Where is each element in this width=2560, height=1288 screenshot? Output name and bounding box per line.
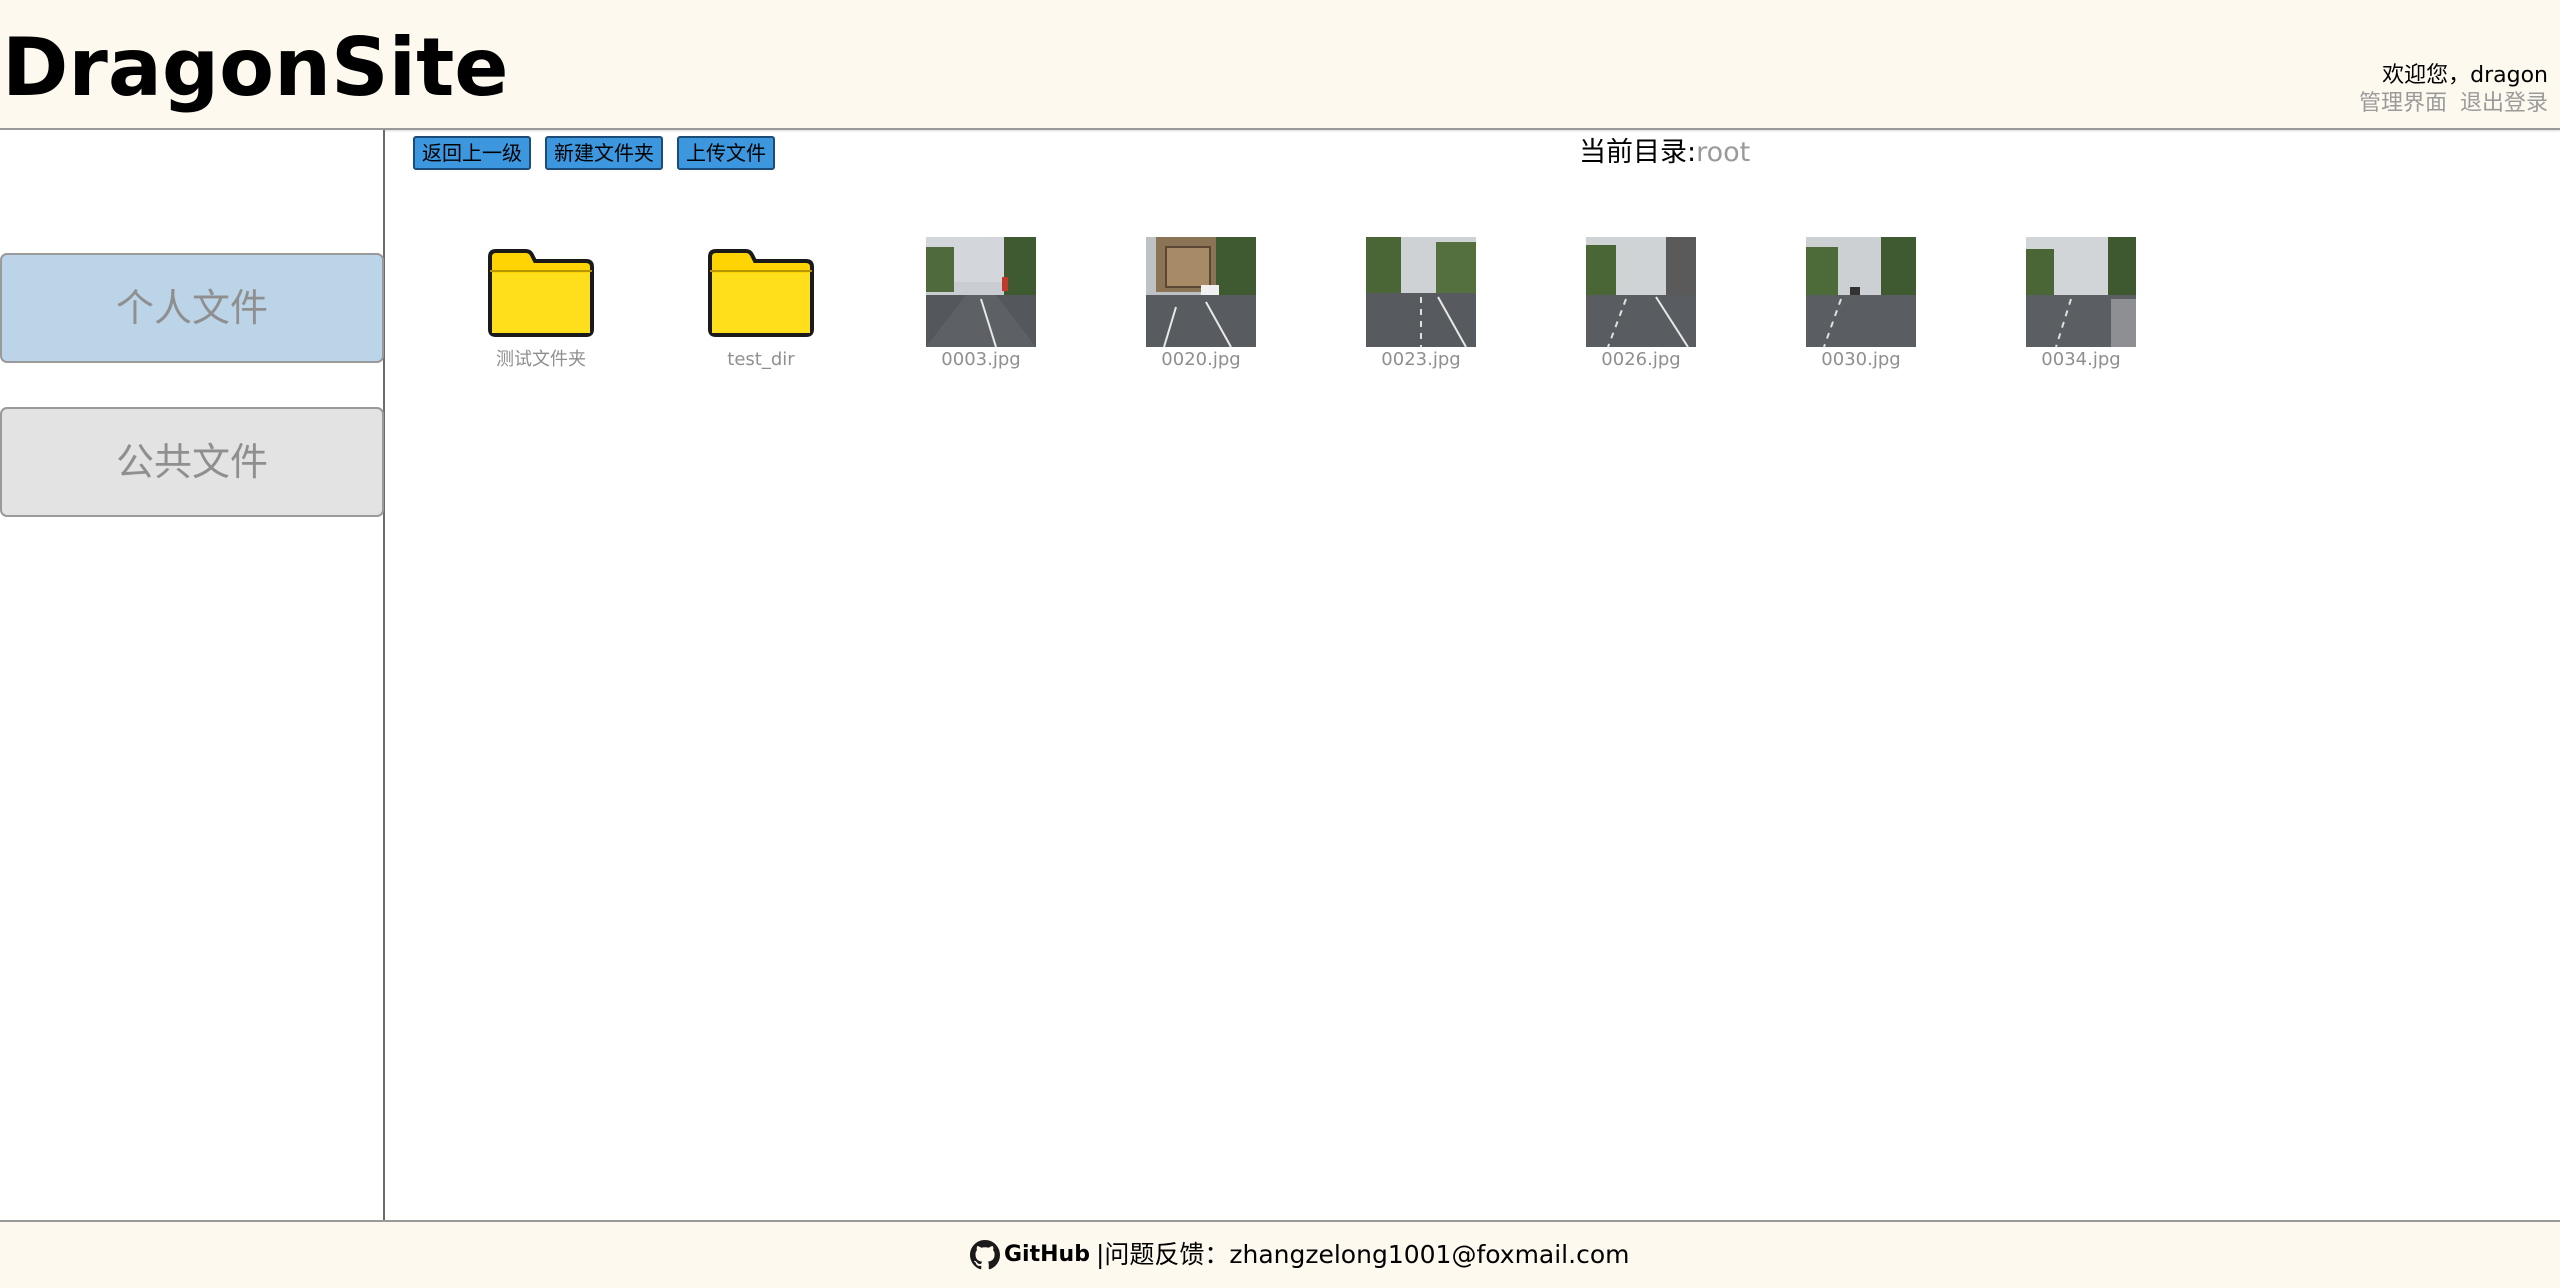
- file-name: test_dir: [727, 349, 795, 370]
- welcome-text: 欢迎您，dragon: [2382, 63, 2548, 88]
- logout-link[interactable]: 退出登录: [2460, 91, 2548, 116]
- file-item-image[interactable]: 0026.jpg: [1566, 237, 1716, 372]
- user-box: 欢迎您，dragon 管理界面 退出登录: [2353, 62, 2548, 118]
- main-content: 返回上一级 新建文件夹 上传文件 当前目录:root 测试文件夹 test_di…: [387, 130, 2560, 1220]
- file-item-image[interactable]: 0020.jpg: [1126, 237, 1276, 372]
- toolbar: 返回上一级 新建文件夹 上传文件: [413, 136, 775, 170]
- image-thumbnail: [1146, 237, 1256, 347]
- file-name: 0023.jpg: [1381, 349, 1461, 370]
- back-button[interactable]: 返回上一级: [413, 136, 531, 170]
- file-name: 0030.jpg: [1821, 349, 1901, 370]
- file-item-image[interactable]: 0030.jpg: [1786, 237, 1936, 372]
- image-thumbnail: [1366, 237, 1476, 347]
- file-item-image[interactable]: 0003.jpg: [906, 237, 1056, 372]
- footer-content: GitHub |问题反馈：zhangzelong1001@foxmail.com: [970, 1238, 1629, 1272]
- github-label[interactable]: GitHub: [1004, 1238, 1090, 1272]
- file-name: 0026.jpg: [1601, 349, 1681, 370]
- image-thumbnail: [2026, 237, 2136, 347]
- current-directory-label: 当前目录:: [1579, 137, 1697, 168]
- sidebar: 个人文件 公共文件: [0, 130, 385, 1220]
- upload-button[interactable]: 上传文件: [677, 136, 775, 170]
- file-name: 0034.jpg: [2041, 349, 2121, 370]
- admin-link[interactable]: 管理界面: [2359, 91, 2447, 116]
- github-icon[interactable]: [970, 1240, 1000, 1270]
- file-item-image[interactable]: 0034.jpg: [2006, 237, 2156, 372]
- footer: GitHub |问题反馈：zhangzelong1001@foxmail.com: [0, 1220, 2560, 1288]
- current-directory-value[interactable]: root: [1696, 137, 1750, 168]
- folder-icon: [488, 249, 594, 337]
- image-thumbnail: [1586, 237, 1696, 347]
- file-grid: 测试文件夹 test_dir 0003.jpg 0020.jpg 0023.jp…: [387, 237, 2560, 387]
- user-links: 管理界面 退出登录: [2353, 90, 2548, 118]
- feedback-text: |问题反馈：zhangzelong1001@foxmail.com: [1095, 1240, 1630, 1269]
- file-name: 测试文件夹: [496, 349, 586, 370]
- sidebar-item-public-files[interactable]: 公共文件: [0, 407, 384, 517]
- current-directory: 当前目录:root: [1579, 136, 1750, 170]
- image-thumbnail: [926, 237, 1036, 347]
- file-name: 0003.jpg: [941, 349, 1021, 370]
- header: DragonSite 欢迎您，dragon 管理界面 退出登录: [0, 0, 2560, 130]
- sidebar-item-personal-files[interactable]: 个人文件: [0, 253, 384, 363]
- site-logo[interactable]: DragonSite: [2, 18, 509, 118]
- file-item-folder[interactable]: test_dir: [686, 237, 836, 372]
- image-thumbnail: [1806, 237, 1916, 347]
- folder-icon: [708, 249, 814, 337]
- new-folder-button[interactable]: 新建文件夹: [545, 136, 663, 170]
- file-name: 0020.jpg: [1161, 349, 1241, 370]
- file-item-folder[interactable]: 测试文件夹: [466, 237, 616, 372]
- file-item-image[interactable]: 0023.jpg: [1346, 237, 1496, 372]
